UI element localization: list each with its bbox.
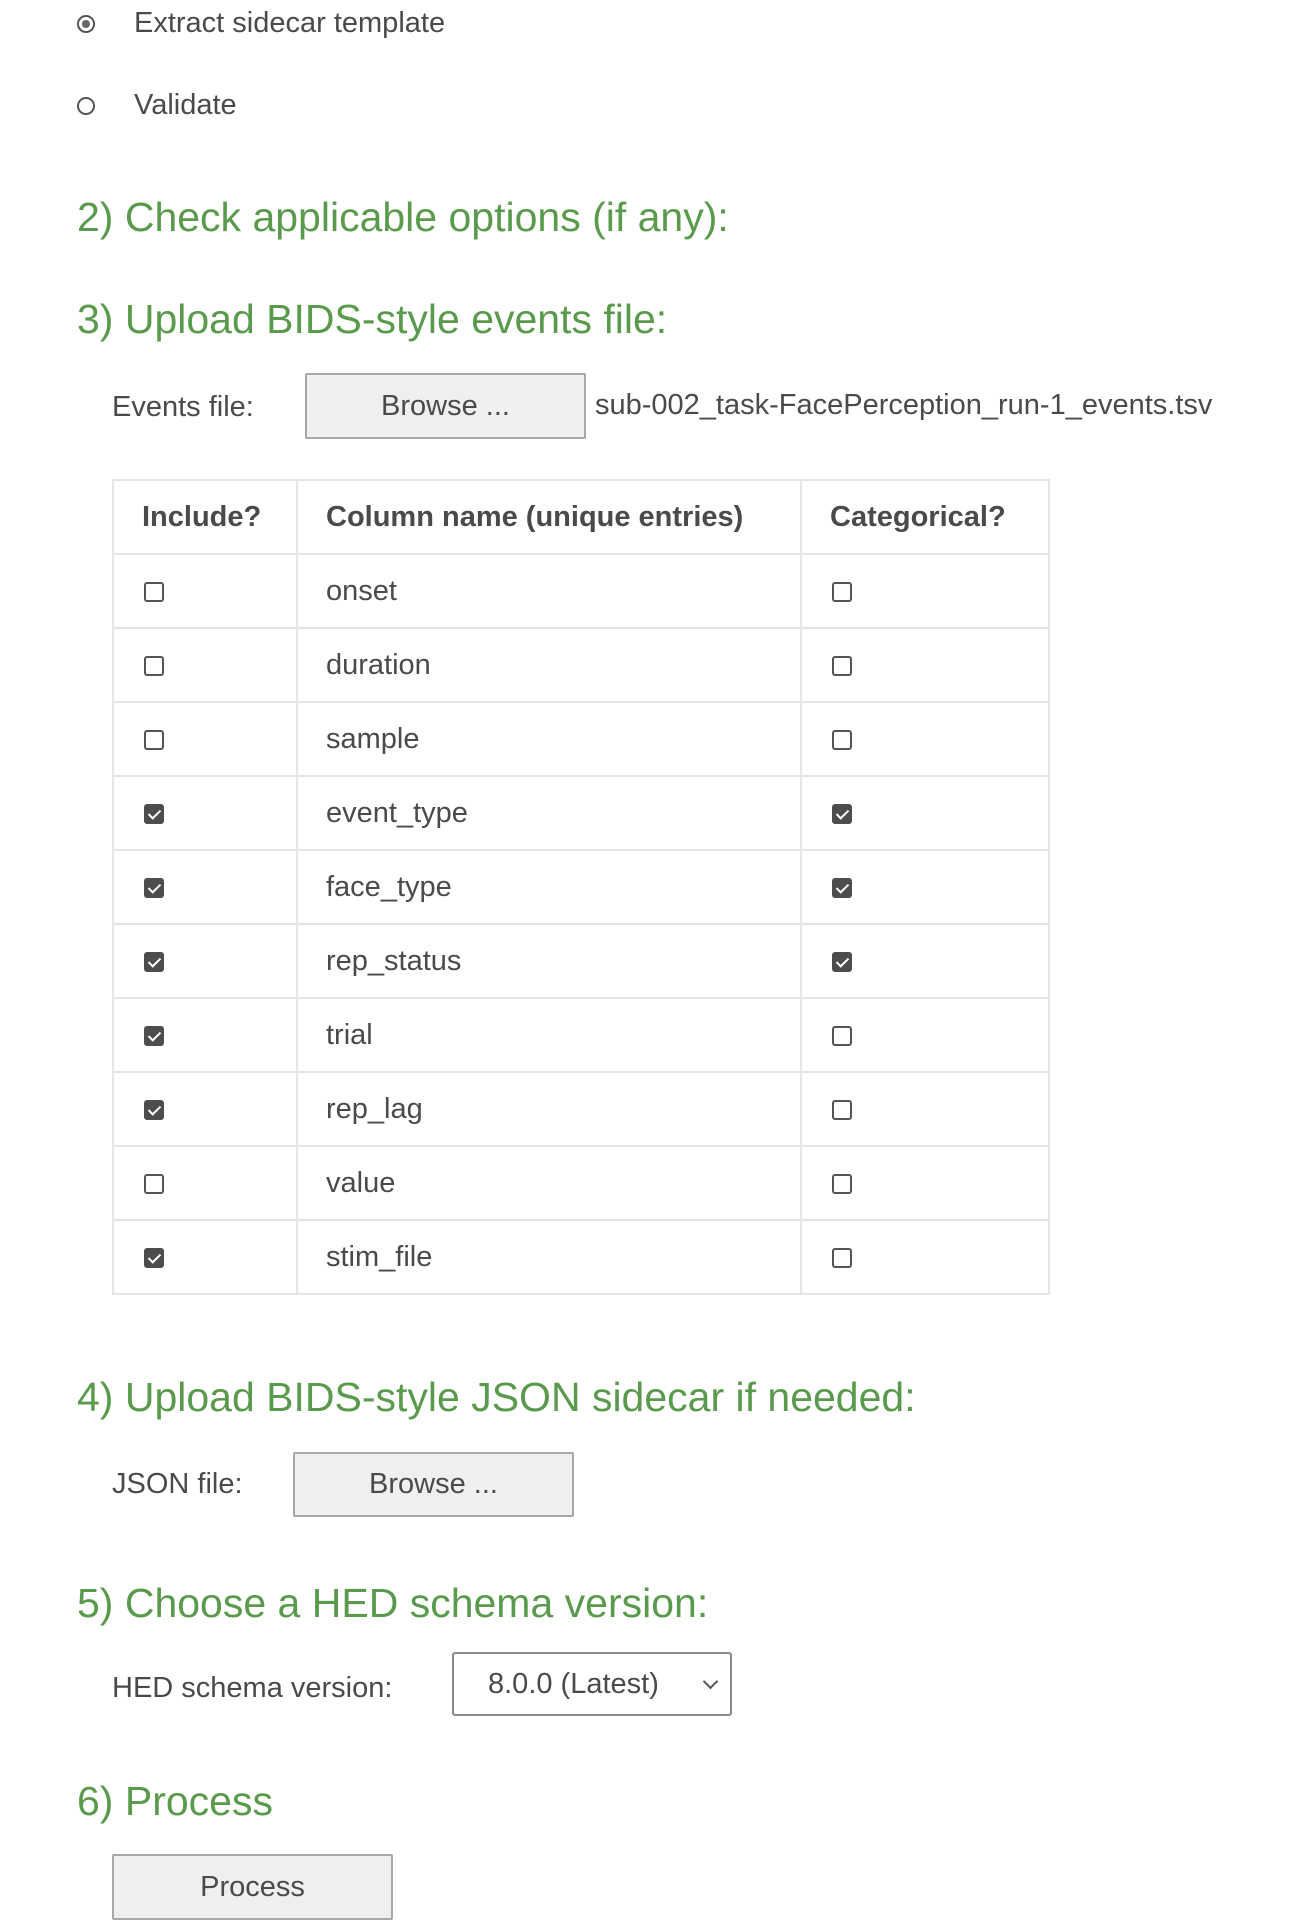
column-name-cell: event_type	[296, 775, 802, 851]
events-file-label: Events file:	[112, 391, 254, 423]
step6-heading: 6) Process	[77, 1778, 273, 1824]
include-cell	[112, 849, 298, 925]
table-row: rep_lag	[112, 1071, 1050, 1147]
include-checkbox[interactable]	[144, 1099, 164, 1120]
categorical-checkbox[interactable]	[832, 803, 852, 824]
json-browse-button[interactable]: Browse ...	[293, 1452, 574, 1517]
option-label-extract-sidecar: Extract sidecar template	[134, 7, 446, 39]
include-cell	[112, 775, 298, 851]
step3-heading: 3) Upload BIDS-style events file:	[77, 296, 668, 342]
schema-version-label: HED schema version:	[112, 1672, 393, 1704]
schema-version-value: 8.0.0 (Latest)	[488, 1667, 659, 1700]
include-cell	[112, 1145, 298, 1221]
column-name-cell: duration	[296, 627, 802, 703]
include-checkbox[interactable]	[144, 1173, 164, 1194]
column-name-cell: face_type	[296, 849, 802, 925]
column-name-cell: rep_lag	[296, 1071, 802, 1147]
columns-table: Include? Column name (unique entries) Ca…	[112, 479, 1050, 1295]
header-categorical: Categorical?	[800, 479, 1050, 555]
table-row: face_type	[112, 849, 1050, 925]
include-cell	[112, 627, 298, 703]
include-checkbox[interactable]	[144, 1247, 164, 1268]
header-include: Include?	[112, 479, 298, 555]
chevron-down-icon	[702, 1673, 719, 1690]
categorical-cell	[800, 1145, 1050, 1221]
schema-version-select[interactable]: 8.0.0 (Latest)	[452, 1652, 732, 1716]
column-name-cell: sample	[296, 701, 802, 777]
table-row: trial	[112, 997, 1050, 1073]
option-extract-sidecar[interactable]: Extract sidecar template	[77, 7, 445, 40]
table-row: onset	[112, 553, 1050, 629]
option-validate[interactable]: Validate	[77, 89, 237, 122]
categorical-checkbox[interactable]	[832, 1025, 852, 1046]
categorical-checkbox[interactable]	[832, 1247, 852, 1268]
table-row: duration	[112, 627, 1050, 703]
radio-extract-sidecar[interactable]	[77, 14, 95, 33]
categorical-checkbox[interactable]	[832, 1099, 852, 1120]
categorical-cell	[800, 849, 1050, 925]
categorical-checkbox[interactable]	[832, 951, 852, 972]
table-row: sample	[112, 701, 1050, 777]
table-header-row: Include? Column name (unique entries) Ca…	[112, 479, 1050, 555]
categorical-checkbox[interactable]	[832, 581, 852, 602]
include-cell	[112, 923, 298, 999]
include-cell	[112, 1071, 298, 1147]
table-row: value	[112, 1145, 1050, 1221]
process-button[interactable]: Process	[112, 1854, 393, 1920]
column-name-cell: value	[296, 1145, 802, 1221]
include-checkbox[interactable]	[144, 803, 164, 824]
include-cell	[112, 997, 298, 1073]
option-label-validate: Validate	[134, 89, 237, 121]
step2-heading: 2) Check applicable options (if any):	[77, 194, 729, 240]
column-name-cell: rep_status	[296, 923, 802, 999]
table-row: stim_file	[112, 1219, 1050, 1295]
column-name-cell: trial	[296, 997, 802, 1073]
events-browse-button[interactable]: Browse ...	[305, 373, 586, 439]
radio-validate[interactable]	[77, 96, 95, 115]
include-cell	[112, 1219, 298, 1295]
include-checkbox[interactable]	[144, 951, 164, 972]
table-row: event_type	[112, 775, 1050, 851]
hed-tools-form: Extract sidecar template Validate 2) Che…	[0, 0, 1291, 1931]
include-checkbox[interactable]	[144, 655, 164, 676]
categorical-cell	[800, 701, 1050, 777]
categorical-cell	[800, 553, 1050, 629]
categorical-cell	[800, 1071, 1050, 1147]
header-column-name: Column name (unique entries)	[296, 479, 802, 555]
step4-heading: 4) Upload BIDS-style JSON sidecar if nee…	[77, 1374, 916, 1420]
categorical-checkbox[interactable]	[832, 1173, 852, 1194]
include-checkbox[interactable]	[144, 877, 164, 898]
include-cell	[112, 701, 298, 777]
include-checkbox[interactable]	[144, 581, 164, 602]
json-file-label: JSON file:	[112, 1468, 243, 1500]
categorical-cell	[800, 627, 1050, 703]
include-checkbox[interactable]	[144, 1025, 164, 1046]
categorical-checkbox[interactable]	[832, 729, 852, 750]
include-checkbox[interactable]	[144, 729, 164, 750]
step5-heading: 5) Choose a HED schema version:	[77, 1580, 709, 1626]
column-name-cell: stim_file	[296, 1219, 802, 1295]
categorical-cell	[800, 997, 1050, 1073]
categorical-checkbox[interactable]	[832, 655, 852, 676]
categorical-checkbox[interactable]	[832, 877, 852, 898]
events-file-name: sub-002_task-FacePerception_run-1_events…	[595, 389, 1213, 421]
categorical-cell	[800, 923, 1050, 999]
categorical-cell	[800, 775, 1050, 851]
categorical-cell	[800, 1219, 1050, 1295]
table-row: rep_status	[112, 923, 1050, 999]
column-name-cell: onset	[296, 553, 802, 629]
include-cell	[112, 553, 298, 629]
